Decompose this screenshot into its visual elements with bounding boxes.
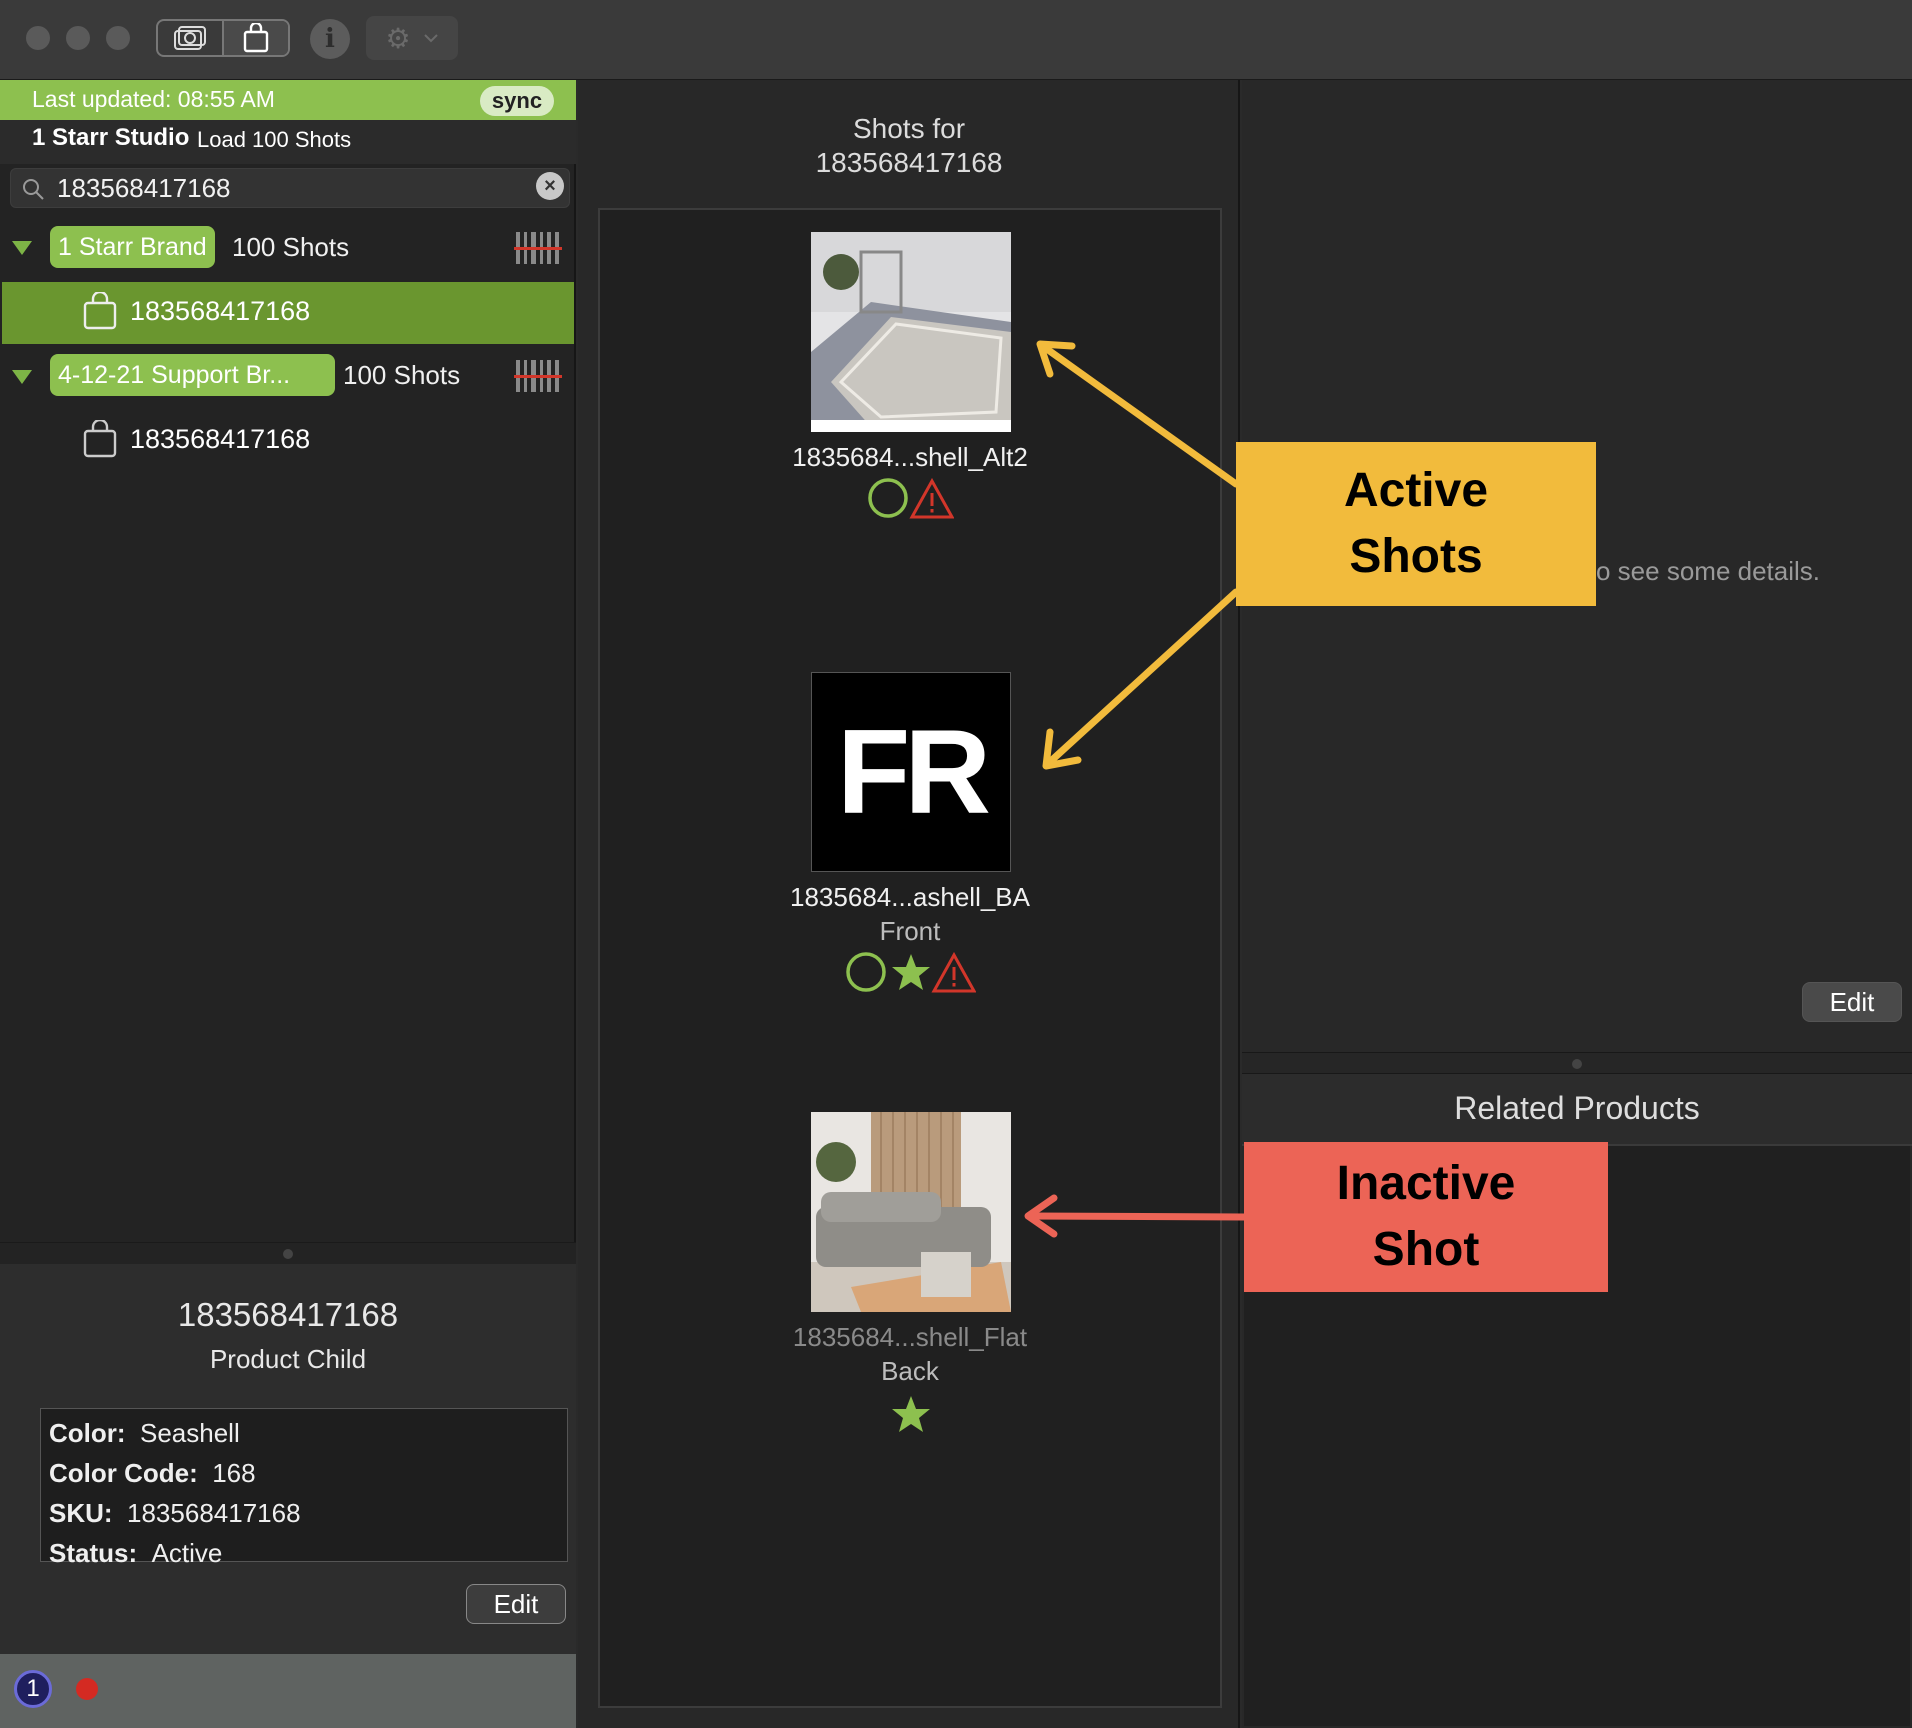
- inactive-shot-callout: Inactive Shot: [1244, 1142, 1608, 1292]
- callout-text: Inactive: [1336, 1157, 1516, 1210]
- active-shots-callout: Active Shots: [1236, 442, 1596, 606]
- callout-text: Shot: [1372, 1223, 1480, 1276]
- annotation-arrows: [1024, 340, 1248, 1238]
- callout-text: Active: [1343, 464, 1489, 517]
- callout-text: Shots: [1349, 530, 1483, 583]
